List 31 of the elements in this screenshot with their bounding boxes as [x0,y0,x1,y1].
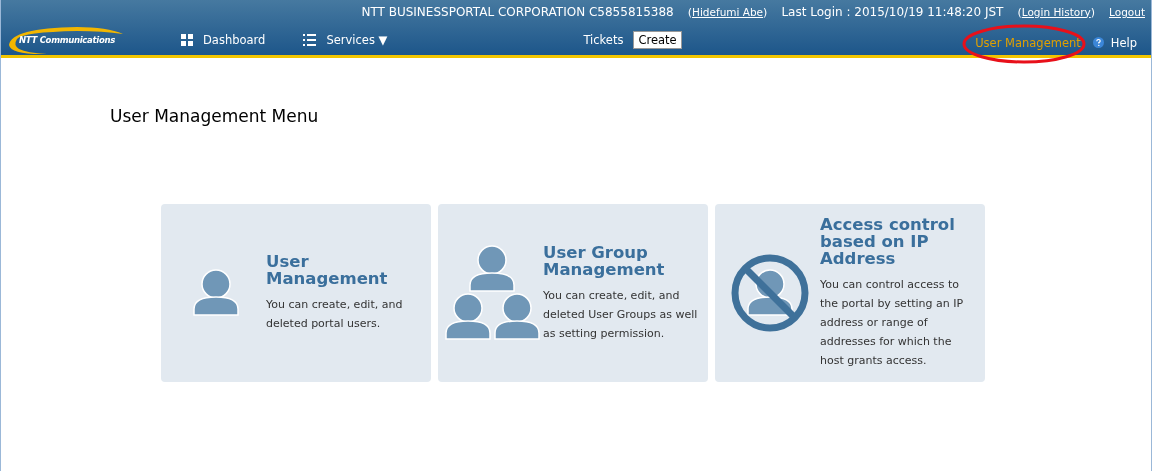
help-icon [1092,37,1104,48]
bracket: ( [687,5,692,19]
menu-card[interactable]: Access control based on IP Address You can control access to the portal by setting an IP address or range of addresses for which the host grants access. [715,204,985,382]
card-description: You can create, edit, and deleted User Groups as well as setting permission. [543,287,698,342]
page-title: User Management Menu [110,106,320,126]
create-button[interactable]: Create [633,30,682,49]
nav-link[interactable]: Services ▼ [303,32,388,47]
card-title: User Group Management [543,243,666,278]
card-description: You can control access to the portal by setting an IP address or range of addresses for which the host grants access. [820,277,965,369]
card-title: User Management [266,253,389,287]
company-info: NTT BUSINESSPORTAL CORPORATION C5855815388 [361,5,674,19]
people-group-icon [444,244,542,342]
login-history-link[interactable]: Login History [1021,5,1091,18]
grid-icon [181,33,193,46]
card-description: You can create, edit, and deleted portal users. [266,297,404,332]
logout-link[interactable]: Logout [1109,6,1145,18]
card-title: Access control based on IP Address [820,216,956,267]
person-icon [192,268,240,318]
last-login: Last Login : 2015/10/19 11:48:20 JST [781,5,1004,19]
logo[interactable]: NTT Communications [19,34,115,45]
nav-link[interactable]: Dashboard [181,32,266,47]
nav-link[interactable]: Help [1092,35,1137,50]
tickets-label: Tickets [583,32,624,47]
blocked-person-icon [730,253,810,333]
menu-card[interactable]: User Group Management You can create, edit, and deleted User Groups as well as setting permission. [438,204,708,382]
menu-card[interactable]: User Management You can create, edit, and deleted portal users. [161,204,431,382]
bracket: ) [763,5,768,19]
bracket: ( [1017,5,1022,19]
list-icon [303,33,317,46]
bracket: ) [1090,5,1096,19]
user-link[interactable]: Hidefumi Abe [692,5,764,18]
